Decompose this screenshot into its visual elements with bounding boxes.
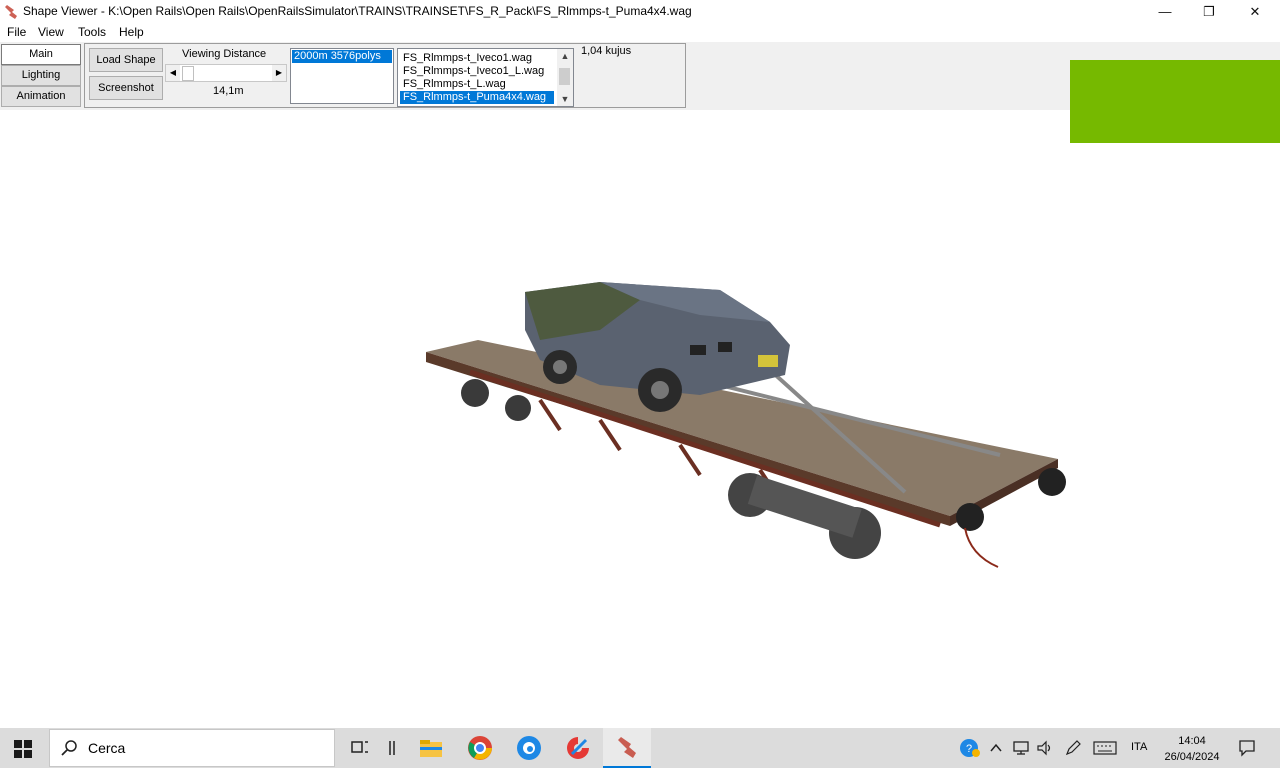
- edge-icon[interactable]: [515, 734, 543, 762]
- menu-file[interactable]: File: [7, 25, 26, 39]
- lod-item[interactable]: 2000m 3576polys: [292, 50, 392, 63]
- scrollbar-thumb[interactable]: [559, 68, 570, 85]
- search-icon: [61, 740, 77, 756]
- menu-view[interactable]: View: [38, 25, 64, 39]
- menu-tools[interactable]: Tools: [78, 25, 106, 39]
- file-item[interactable]: FS_Rlmmps-t_Iveco1_L.wag: [400, 65, 554, 78]
- volume-icon[interactable]: [1036, 740, 1054, 756]
- chevron-down-icon[interactable]: ▼: [557, 92, 573, 106]
- tab-main[interactable]: Main: [1, 44, 81, 65]
- clock[interactable]: 14:04 26/04/2024: [1164, 733, 1220, 765]
- maximize-button[interactable]: ❐: [1186, 0, 1232, 23]
- menu-bar: [0, 23, 1280, 42]
- chevron-left-icon[interactable]: ◀: [166, 65, 180, 81]
- file-item[interactable]: FS_Rlmmps-t_L.wag: [400, 78, 554, 91]
- shape-viewer-taskbar-icon[interactable]: [613, 734, 641, 762]
- screenshot-button[interactable]: Screenshot: [89, 76, 163, 100]
- help-icon[interactable]: ?: [959, 738, 981, 758]
- network-icon[interactable]: [1012, 740, 1030, 756]
- file-list-scrollbar[interactable]: ▲ ▼: [557, 49, 573, 106]
- menu-help[interactable]: Help: [119, 25, 144, 39]
- language-indicator[interactable]: ITA: [1131, 741, 1147, 753]
- buffer: [956, 503, 984, 531]
- close-button[interactable]: ✕: [1232, 0, 1278, 23]
- lod-list[interactable]: 2000m 3576polys: [290, 48, 394, 104]
- chrome-icon[interactable]: [466, 734, 494, 762]
- task-view-icon[interactable]: [346, 734, 374, 762]
- wheel: [461, 379, 489, 407]
- clock-time: 14:04: [1178, 735, 1206, 747]
- tab-animation[interactable]: Animation: [1, 86, 81, 107]
- app-icon: [5, 5, 17, 19]
- wheel: [505, 395, 531, 421]
- ccleaner-icon[interactable]: [564, 734, 592, 762]
- chevron-right-icon[interactable]: ▶: [272, 65, 286, 81]
- windows-start-icon[interactable]: [14, 740, 32, 758]
- window-title: Shape Viewer - K:\Open Rails\Open Rails\…: [23, 4, 692, 18]
- file-list[interactable]: FS_Rlmmps-t_Iveco1.wag FS_Rlmmps-t_Iveco…: [397, 48, 574, 107]
- buffer: [1038, 468, 1066, 496]
- keyboard-icon[interactable]: [1093, 741, 1117, 755]
- file-item-selected[interactable]: FS_Rlmmps-t_Puma4x4.wag: [400, 91, 554, 104]
- viewing-distance-value: 14,1m: [213, 85, 244, 97]
- viewing-distance-label: Viewing Distance: [182, 48, 267, 60]
- file-item[interactable]: FS_Rlmmps-t_Iveco1.wag: [400, 52, 554, 65]
- slider-thumb[interactable]: [182, 66, 194, 81]
- load-shape-button[interactable]: Load Shape: [89, 48, 163, 72]
- clock-date: 26/04/2024: [1164, 751, 1220, 763]
- pen-icon[interactable]: [1064, 740, 1082, 756]
- shape-viewport[interactable]: [0, 110, 1280, 728]
- chevron-up-icon[interactable]: ▲: [557, 49, 573, 63]
- file-explorer-icon[interactable]: [417, 734, 445, 762]
- widgets-icon[interactable]: [378, 734, 406, 762]
- svg-text:?: ?: [966, 743, 972, 755]
- viewing-distance-slider[interactable]: ◀ ▶: [165, 64, 287, 82]
- wagon-model: [426, 282, 1066, 568]
- notifications-icon[interactable]: [1238, 739, 1256, 757]
- tab-lighting[interactable]: Lighting: [1, 65, 81, 86]
- minimize-button[interactable]: —: [1142, 0, 1188, 23]
- chevron-up-icon[interactable]: [988, 740, 1004, 756]
- search-placeholder: Cerca: [88, 740, 126, 756]
- count-label: 1,04 kujus: [581, 45, 632, 57]
